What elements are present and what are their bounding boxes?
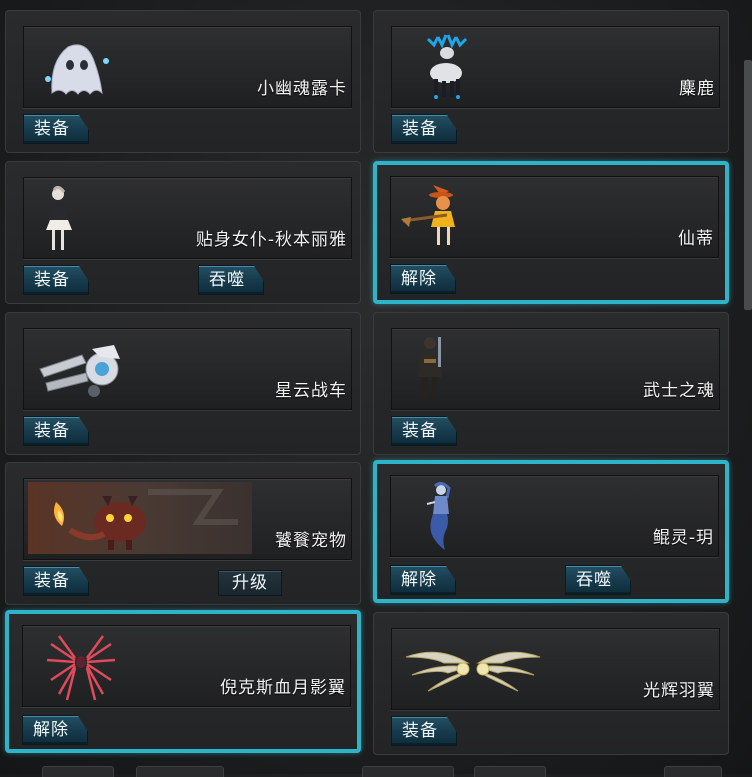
maid-pet-icon [46,185,72,250]
unequip-button[interactable]: 解除 [22,715,88,745]
pet-card[interactable]: 武士之魂 装备 [373,312,729,455]
bottom-tab-strip [0,760,752,777]
pet-name: 鲲灵-玥 [652,528,714,548]
pet-card-panel: 饕餮宠物 [23,478,352,560]
pet-card[interactable]: 星云战车 装备 [5,312,361,455]
pet-card[interactable]: 仙蒂 解除 [373,161,729,304]
pet-name: 小幽魂露卡 [257,79,347,99]
pet-card[interactable]: 饕餮宠物 装备 升级 [5,462,361,605]
pet-name: 贴身女仆-秋本丽雅 [195,230,347,250]
equip-button[interactable]: 装备 [23,265,89,295]
pet-card-panel: 麋鹿 [391,26,720,108]
equip-button[interactable]: 装备 [391,114,457,144]
pet-name: 饕餮宠物 [275,531,347,551]
elk-pet-icon [426,34,468,99]
witch-pet-icon [401,185,455,245]
devour-button[interactable]: 吞噬 [565,565,631,595]
unequip-button[interactable]: 解除 [390,264,456,294]
pet-card-panel: 武士之魂 [391,328,720,410]
radiant-wings-icon [405,651,541,692]
pet-name: 仙蒂 [678,229,714,249]
bottom-tab[interactable] [136,766,224,777]
pet-name: 麋鹿 [679,79,715,99]
pet-card-panel: 倪克斯血月影翼 [22,625,351,707]
equip-button[interactable]: 装备 [391,416,457,446]
equip-button[interactable]: 装备 [23,416,89,446]
mermaid-pet-icon [426,481,451,550]
pet-name: 星云战车 [275,381,347,401]
chariot-pet-icon [39,345,120,397]
pet-card[interactable]: 麋鹿 装备 [373,10,729,153]
pet-card-panel: 光辉羽翼 [391,628,720,710]
pet-card[interactable]: 倪克斯血月影翼 解除 [5,610,361,753]
pet-card-panel: 仙蒂 [390,176,719,258]
pet-name: 倪克斯血月影翼 [220,678,346,698]
taotie-pet-icon [28,482,252,554]
devour-button[interactable]: 吞噬 [198,265,264,295]
pet-card-panel: 贴身女仆-秋本丽雅 [23,177,352,259]
pet-card[interactable]: 鲲灵-玥 解除 吞噬 [373,460,729,603]
pet-grid: 小幽魂露卡 装备 麋鹿 装备 贴身女仆-秋本丽雅 装备 吞噬 仙蒂 解除 星云战… [0,0,752,774]
equip-button[interactable]: 装备 [23,114,89,144]
bottom-tab[interactable] [362,766,454,777]
samurai-pet-icon [418,337,442,399]
upgrade-button[interactable]: 升级 [218,570,282,596]
pet-card[interactable]: 光辉羽翼 装备 [373,612,729,755]
pet-card-panel: 鲲灵-玥 [390,475,719,557]
ghost-pet-icon [45,44,109,95]
scrollbar[interactable] [744,60,752,310]
bottom-tab[interactable] [474,766,546,777]
bottom-tab[interactable] [42,766,114,777]
bottom-tab[interactable] [664,766,722,777]
unequip-button[interactable]: 解除 [390,565,456,595]
pet-card[interactable]: 小幽魂露卡 装备 [5,10,361,153]
pet-card-panel: 星云战车 [23,328,352,410]
pet-card[interactable]: 贴身女仆-秋本丽雅 装备 吞噬 [5,161,361,304]
pet-name: 武士之魂 [643,381,715,401]
blood-wings-icon [46,635,116,701]
pet-name: 光辉羽翼 [643,681,715,701]
equip-button[interactable]: 装备 [23,566,89,596]
pet-card-panel: 小幽魂露卡 [23,26,352,108]
equip-button[interactable]: 装备 [391,716,457,746]
